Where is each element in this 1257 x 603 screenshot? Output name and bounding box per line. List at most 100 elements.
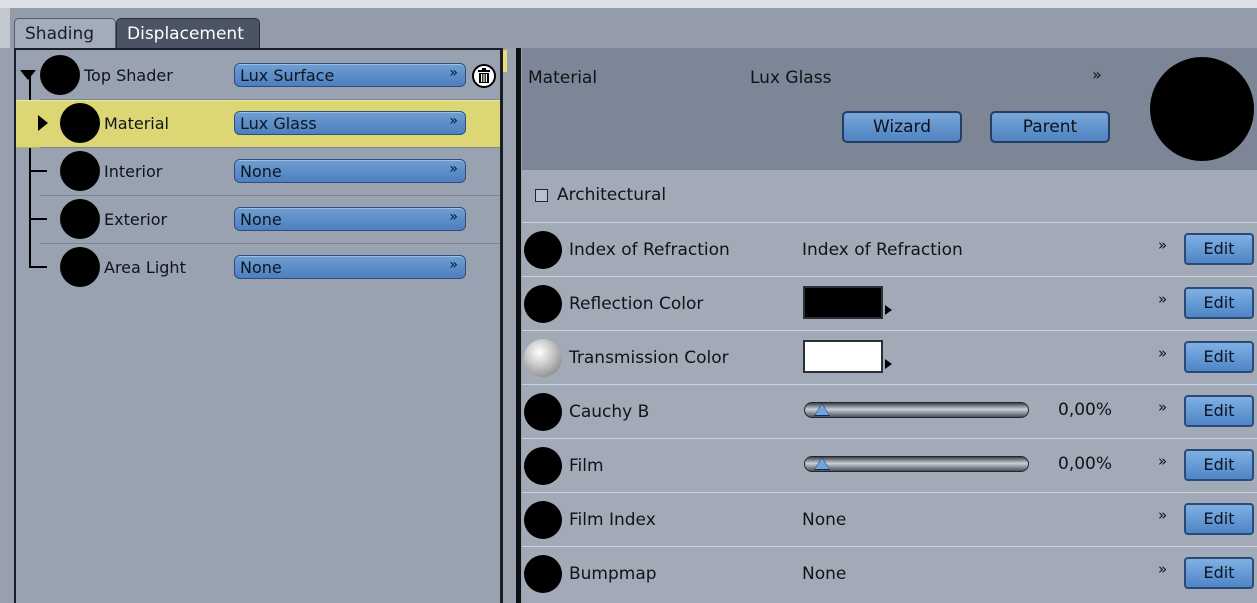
tree-label-material: Material [104,114,169,133]
tree-row-material[interactable]: Material Lux Glass » [16,100,500,148]
select-value: Lux Glass [240,114,317,133]
trash-icon[interactable] [472,64,496,88]
shader-ball-icon[interactable] [524,339,562,377]
select-value: None [240,162,282,181]
arrow-right-icon [38,115,48,131]
shader-ball-icon [60,103,100,143]
exterior-select[interactable]: None » [234,207,466,231]
top-strip [0,0,1257,8]
tree-label-area-light: Area Light [104,258,186,277]
architectural-row: Architectural [522,170,1257,222]
property-name: Bumpmap [569,564,657,584]
select-value: None [240,258,282,277]
interior-select[interactable]: None » [234,159,466,183]
value-slider[interactable] [804,456,1029,472]
property-value: Index of Refraction [802,240,963,260]
shader-ball-icon[interactable] [524,285,562,323]
panel-splitter[interactable] [500,48,522,603]
tree-row-exterior[interactable]: Exterior None » [16,196,500,242]
select-value: Lux Surface [240,66,335,85]
shader-ball-icon[interactable] [524,447,562,485]
property-name: Film Index [569,510,656,530]
property-row-bumpmap: Bumpmap None » Edit [522,546,1257,601]
slider-thumb[interactable] [815,458,829,469]
property-row-index-of-refraction: Index of Refraction Index of Refraction … [522,222,1257,277]
shader-editor-window: Shading Displacement Top Shader Lux Surf… [0,0,1257,603]
property-value: None [802,510,847,530]
shader-ball-icon[interactable] [524,393,562,431]
select-value: None [240,210,282,229]
shader-ball-icon [40,55,80,95]
edit-button[interactable]: Edit [1184,503,1254,535]
property-row-film-index: Film Index None » Edit [522,492,1257,547]
property-value[interactable]: 0,00% [1058,400,1112,420]
property-row-transmission-color: Transmission Color » Edit [522,330,1257,385]
edit-button[interactable]: Edit [1184,233,1254,265]
header-material-name[interactable]: Lux Glass [750,68,831,88]
color-swatch[interactable] [803,286,883,319]
edit-button[interactable]: Edit [1184,557,1254,589]
property-name: Index of Refraction [569,240,730,260]
shader-ball-icon [60,151,100,191]
tab-displacement[interactable]: Displacement [116,18,260,48]
property-name: Cauchy B [569,402,650,422]
chevron-down-icon[interactable]: » [1158,344,1167,362]
edit-button[interactable]: Edit [1184,287,1254,319]
material-select[interactable]: Lux Glass » [234,111,466,135]
collapse-triangle-icon[interactable] [20,70,36,80]
splitter-handle[interactable] [503,50,507,72]
chevron-down-icon: » [449,65,458,81]
chevron-down-icon[interactable]: » [1158,506,1167,524]
property-value[interactable]: 0,00% [1058,454,1112,474]
parent-button[interactable]: Parent [990,111,1110,143]
chevron-down-icon[interactable]: » [1092,65,1102,84]
top-shader-select[interactable]: Lux Surface » [234,63,466,87]
swatch-arrow-icon[interactable] [885,305,892,315]
material-header: Material Lux Glass » Wizard Parent [522,48,1257,170]
area-light-select[interactable]: None » [234,255,466,279]
left-edge [0,48,14,603]
chevron-down-icon: » [449,161,458,177]
property-value: None [802,564,847,584]
tree-label-interior: Interior [104,162,163,181]
material-properties-panel: Material Lux Glass » Wizard Parent Archi… [522,48,1257,603]
edit-button[interactable]: Edit [1184,449,1254,481]
tree-label-exterior: Exterior [104,210,168,229]
property-name: Reflection Color [569,294,704,314]
color-swatch[interactable] [803,340,883,373]
shader-ball-icon[interactable] [524,501,562,539]
shader-ball-icon[interactable] [524,231,562,269]
property-name: Transmission Color [569,348,729,368]
splitter-line [500,48,503,603]
shader-ball-icon [60,247,100,287]
wizard-button[interactable]: Wizard [842,111,962,143]
value-slider[interactable] [804,402,1029,418]
splitter-line [516,48,521,603]
material-preview [1150,57,1254,161]
edit-button[interactable]: Edit [1184,341,1254,373]
property-row-reflection-color: Reflection Color » Edit [522,276,1257,331]
property-name: Film [569,456,604,476]
chevron-down-icon[interactable]: » [1158,290,1167,308]
tree-row-interior[interactable]: Interior None » [16,148,500,194]
architectural-checkbox[interactable] [535,189,548,202]
architectural-label[interactable]: Architectural [557,185,666,205]
tab-shading[interactable]: Shading [14,18,116,48]
chevron-down-icon: » [449,257,458,273]
chevron-down-icon: » [449,113,458,129]
shader-tree-panel: Top Shader Lux Surface » Material Lux Gl… [14,48,500,603]
chevron-down-icon[interactable]: » [1158,236,1167,254]
property-row-cauchy-b: Cauchy B 0,00% » Edit [522,384,1257,439]
edit-button[interactable]: Edit [1184,395,1254,427]
chevron-down-icon[interactable]: » [1158,452,1167,470]
slider-thumb[interactable] [815,404,829,415]
tree-label-top-shader: Top Shader [84,66,173,85]
tree-row-area-light[interactable]: Area Light None » [16,244,500,290]
chevron-down-icon[interactable]: » [1158,398,1167,416]
property-row-film: Film 0,00% » Edit [522,438,1257,493]
shader-ball-icon[interactable] [524,555,562,593]
shader-ball-icon [60,199,100,239]
swatch-arrow-icon[interactable] [885,359,892,369]
chevron-down-icon[interactable]: » [1158,560,1167,578]
tree-row-top-shader[interactable]: Top Shader Lux Surface » [16,52,500,98]
